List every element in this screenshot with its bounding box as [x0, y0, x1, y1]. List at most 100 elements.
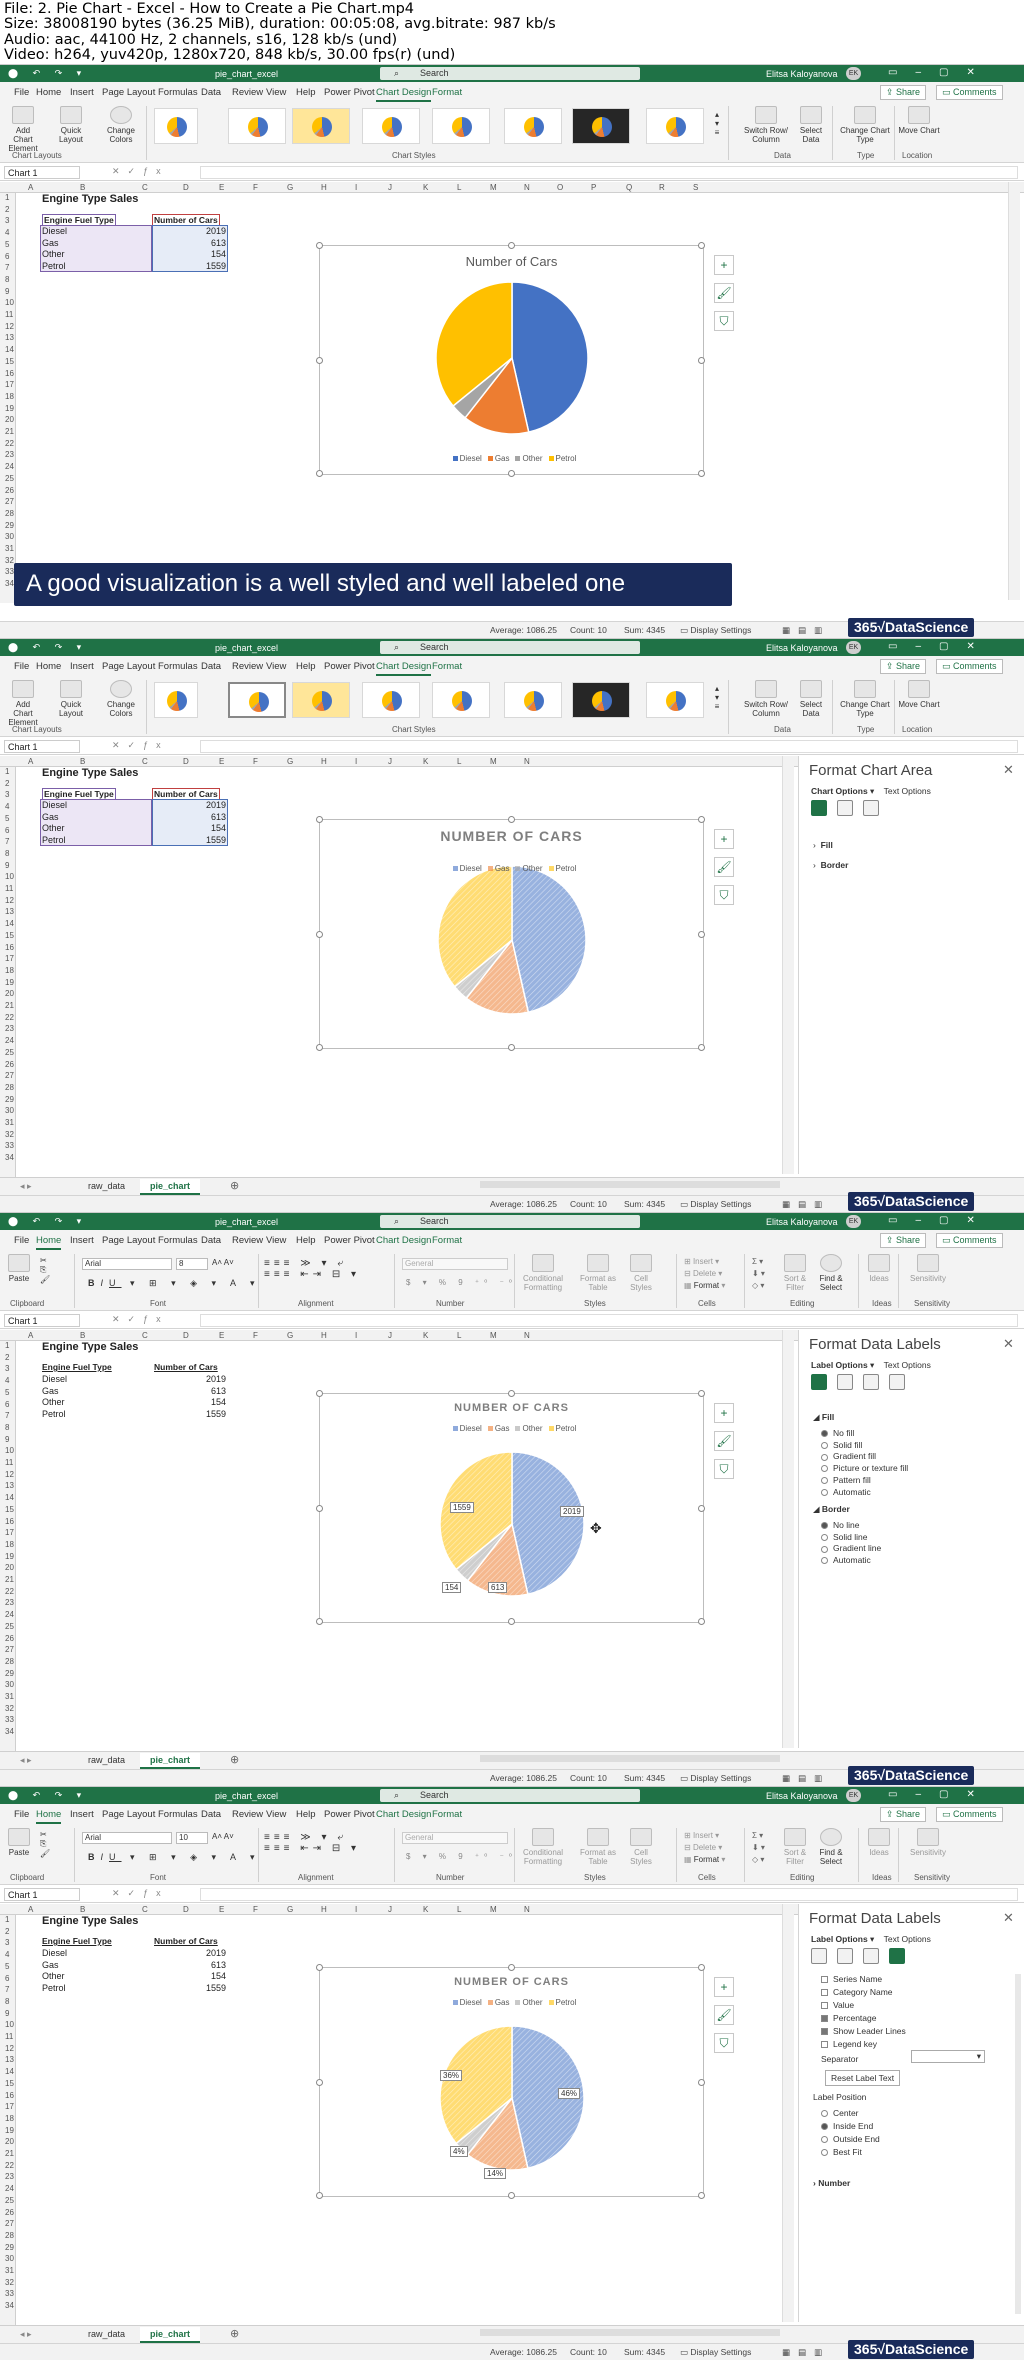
resize-handle[interactable]: [508, 1618, 515, 1625]
autosum-icons[interactable]: Σ ▾ ⬇ ▾ ◇ ▾: [752, 1830, 765, 1866]
column-header[interactable]: I: [355, 1331, 357, 1340]
resize-handle[interactable]: [316, 816, 323, 823]
find-select-button[interactable]: Find & Select: [814, 1828, 848, 1866]
legend-item[interactable]: Petrol: [543, 1424, 576, 1433]
fuel-type-cell[interactable]: Gas: [42, 238, 59, 248]
label-position-option[interactable]: Best Fit: [821, 2147, 862, 2157]
paste-button[interactable]: Paste: [6, 1828, 32, 1857]
legend-item[interactable]: Gas: [482, 864, 509, 873]
row-header[interactable]: 4: [5, 228, 9, 237]
fill-option[interactable]: Solid fill: [821, 1440, 862, 1450]
chart-style-8[interactable]: [646, 108, 704, 144]
row-header[interactable]: 31: [5, 1118, 14, 1127]
data-label[interactable]: 613: [488, 1582, 508, 1593]
row-header[interactable]: 8: [5, 1997, 9, 2006]
pie-plot-area[interactable]: [320, 820, 705, 1050]
data-label[interactable]: 4%: [450, 2146, 468, 2157]
header-fuel-type[interactable]: Engine Fuel Type: [42, 1936, 112, 1946]
label-options-tab[interactable]: Label Options: [811, 1360, 868, 1370]
reset-label-text-button[interactable]: Reset Label Text: [825, 2070, 901, 2086]
avatar[interactable]: EK: [846, 641, 861, 654]
format-as-table-button[interactable]: Format as Table: [578, 1254, 618, 1292]
bold-italic-underline-icons[interactable]: BIU ▾ ⊞ ▾ ◈ ▾ A ▾: [88, 1278, 261, 1289]
column-header[interactable]: L: [457, 1331, 461, 1340]
formula-input[interactable]: [200, 740, 1018, 753]
column-header[interactable]: B: [80, 1331, 85, 1340]
row-header[interactable]: 2: [5, 205, 9, 214]
chart-elements-button[interactable]: +: [714, 255, 734, 275]
tab-data[interactable]: Data: [201, 661, 221, 672]
tab-insert[interactable]: Insert: [70, 1809, 94, 1820]
text-options-tab[interactable]: Text Options: [884, 1360, 931, 1370]
tab-format[interactable]: Format: [432, 87, 462, 98]
display-settings-button[interactable]: ▭ Display Settings: [680, 1773, 751, 1784]
font-name-select[interactable]: Arial: [82, 1832, 172, 1844]
quick-access-icons[interactable]: ⬤ ↶ ↷ ▾: [8, 642, 87, 653]
fill-option[interactable]: Pattern fill: [821, 1475, 871, 1485]
column-header[interactable]: L: [457, 1905, 461, 1914]
column-header[interactable]: H: [321, 183, 327, 192]
row-header[interactable]: 5: [5, 1388, 9, 1397]
column-header[interactable]: G: [287, 757, 293, 766]
border-option[interactable]: Automatic: [821, 1555, 871, 1565]
data-label[interactable]: 46%: [558, 2088, 581, 2099]
row-header[interactable]: 3: [5, 1364, 9, 1373]
tab-data[interactable]: Data: [201, 1809, 221, 1820]
data-label[interactable]: 36%: [440, 2070, 463, 2081]
row-header[interactable]: 34: [5, 579, 14, 588]
row-header[interactable]: 28: [5, 2231, 14, 2240]
chart-elements-button[interactable]: +: [714, 829, 734, 849]
grow-shrink-font-icon[interactable]: A˄ A˅: [212, 1832, 234, 1841]
row-header[interactable]: 1: [5, 1915, 9, 1924]
font-name-select[interactable]: Arial: [82, 1258, 172, 1270]
resize-handle[interactable]: [508, 1964, 515, 1971]
resize-handle[interactable]: [508, 1390, 515, 1397]
data-label[interactable]: 1559: [450, 1502, 474, 1513]
row-header[interactable]: 27: [5, 497, 14, 506]
view-mode-icons[interactable]: ▦▤▥: [782, 1199, 830, 1210]
tab-file[interactable]: File: [14, 87, 29, 98]
row-header[interactable]: 19: [5, 2126, 14, 2135]
tab-power-pivot[interactable]: Power Pivot: [324, 1809, 375, 1820]
avatar[interactable]: EK: [846, 1215, 861, 1228]
column-header[interactable]: A: [28, 1331, 33, 1340]
row-header[interactable]: 13: [5, 1481, 14, 1490]
tab-view[interactable]: View: [266, 1809, 286, 1820]
chart-style-5[interactable]: [432, 108, 490, 144]
styles-scroll[interactable]: ▴ ▾ ≡: [712, 684, 722, 711]
formula-icons[interactable]: ✕✓ƒx: [112, 740, 169, 751]
column-header[interactable]: F: [253, 757, 258, 766]
conditional-formatting-button[interactable]: Conditional Formatting: [520, 1828, 566, 1866]
row-header[interactable]: 21: [5, 1575, 14, 1584]
sort-filter-button[interactable]: Sort & Filter: [780, 1828, 810, 1866]
vertical-scrollbar[interactable]: [782, 1904, 794, 2322]
row-header[interactable]: 33: [5, 1715, 14, 1724]
label-options-tab[interactable]: Label Options: [811, 1934, 868, 1944]
tab-home[interactable]: Home: [36, 661, 61, 672]
border-option[interactable]: Gradient line: [821, 1543, 881, 1553]
chart-style-3[interactable]: [292, 108, 350, 144]
resize-handle[interactable]: [316, 2079, 323, 2086]
pie-chart[interactable]: Number of Cars Diesel Gas Other Petrol: [316, 242, 705, 477]
row-header[interactable]: 26: [5, 2208, 14, 2217]
column-header[interactable]: J: [388, 757, 392, 766]
legend-item[interactable]: Gas: [482, 1424, 509, 1433]
switch-row-column-button[interactable]: Switch Row/ Column: [740, 680, 792, 718]
avatar[interactable]: EK: [846, 1789, 861, 1802]
row-header[interactable]: 1: [5, 193, 9, 202]
row-header[interactable]: 25: [5, 2196, 14, 2205]
row-header[interactable]: 32: [5, 1704, 14, 1713]
row-header[interactable]: 32: [5, 2278, 14, 2287]
quick-access-icons[interactable]: ⬤ ↶ ↷ ▾: [8, 1790, 87, 1801]
column-header[interactable]: F: [253, 1331, 258, 1340]
effects-icon[interactable]: [837, 1374, 853, 1390]
number-section[interactable]: › Number: [813, 2178, 850, 2188]
row-header[interactable]: 2: [5, 1353, 9, 1362]
row-header[interactable]: 23: [5, 2172, 14, 2181]
window-controls-icon[interactable]: ▭–▢✕: [888, 641, 993, 652]
effects-icon[interactable]: [837, 800, 853, 816]
chart-styles-brush-icon[interactable]: 🖌: [714, 857, 734, 877]
tab-power-pivot[interactable]: Power Pivot: [324, 1235, 375, 1246]
header-fuel-type[interactable]: Engine Fuel Type: [42, 1362, 112, 1372]
chart-style-7[interactable]: [572, 682, 630, 718]
